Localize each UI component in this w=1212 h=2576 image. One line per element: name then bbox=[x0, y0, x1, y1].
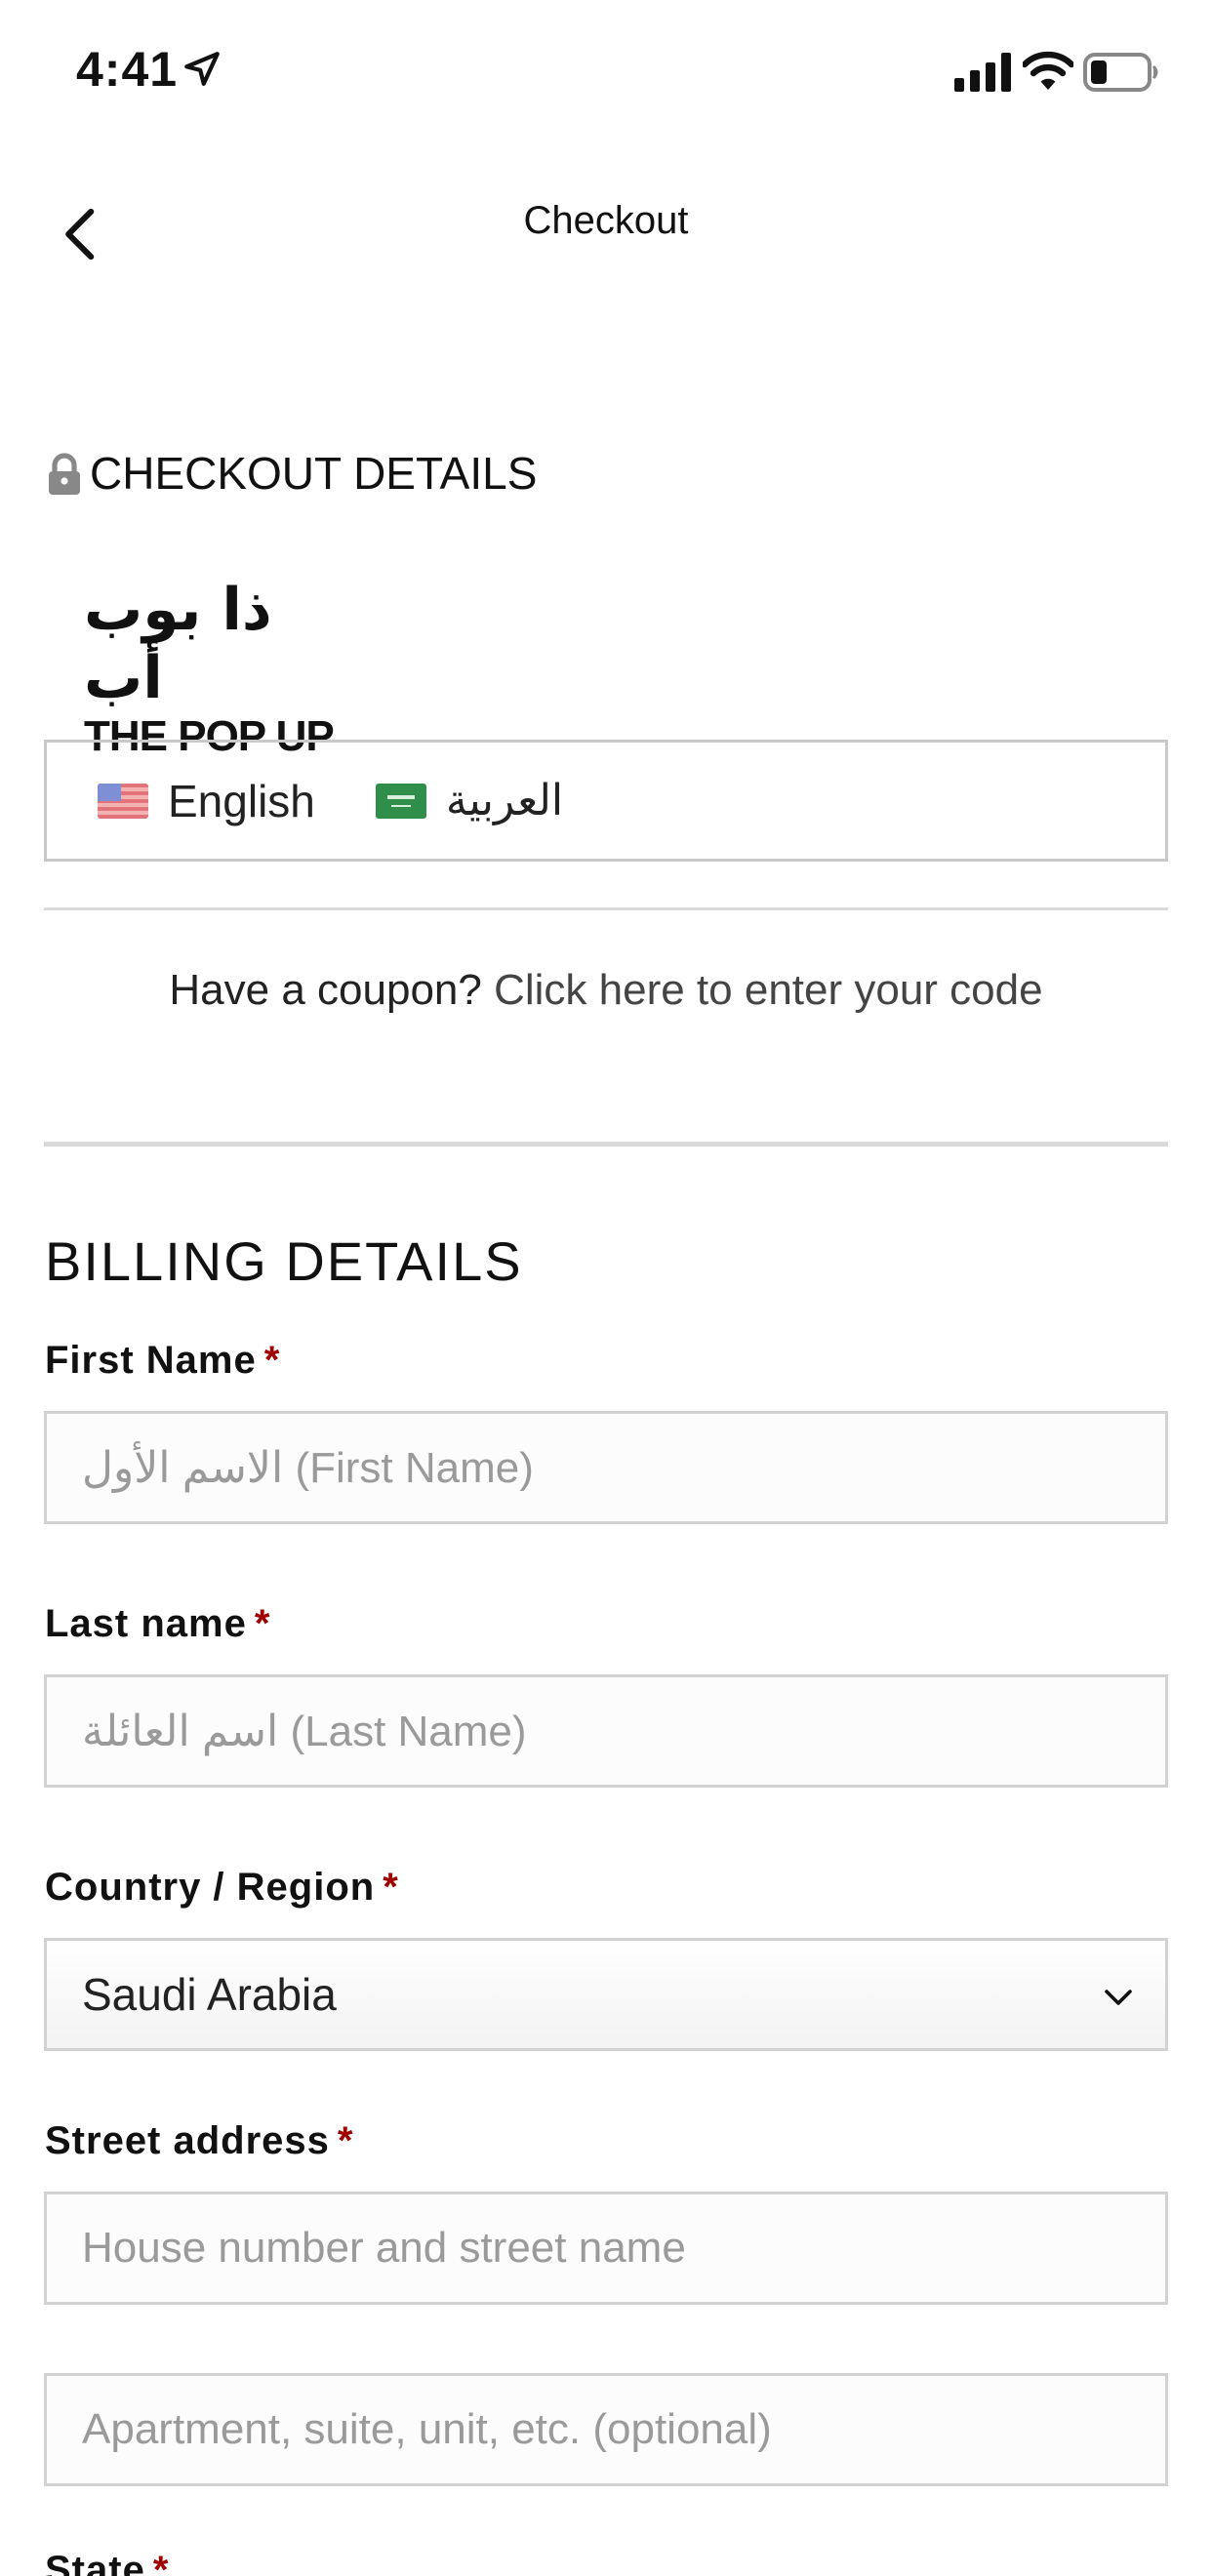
coupon-link[interactable]: Click here to enter your code bbox=[494, 966, 1043, 1014]
us-flag-icon bbox=[98, 783, 148, 819]
lock-icon bbox=[49, 453, 80, 495]
checkout-details-label: CHECKOUT DETAILS bbox=[90, 448, 538, 499]
first-name-label-text: First Name bbox=[45, 1339, 257, 1382]
first-name-placeholder: الاسم الأول (First Name) bbox=[82, 1443, 534, 1492]
state-label: State * bbox=[45, 2549, 169, 2576]
battery-icon bbox=[1083, 53, 1158, 92]
first-name-input[interactable]: الاسم الأول (First Name) bbox=[44, 1411, 1168, 1524]
state-label-text: State bbox=[45, 2549, 145, 2576]
nav-bar: Checkout bbox=[0, 146, 1212, 302]
chevron-down-icon bbox=[1105, 1990, 1132, 2005]
coupon-row: Have a coupon? Click here to enter your … bbox=[0, 966, 1212, 1015]
wifi-icon bbox=[1023, 51, 1073, 90]
billing-details-title: BILLING DETAILS bbox=[45, 1230, 523, 1292]
location-arrow-icon bbox=[184, 52, 220, 86]
street-address-label: Street address * bbox=[45, 2119, 354, 2163]
apartment-placeholder: Apartment, suite, unit, etc. (optional) bbox=[82, 2405, 772, 2453]
required-mark: * bbox=[152, 2549, 170, 2576]
divider bbox=[44, 907, 1168, 910]
required-mark: * bbox=[254, 1602, 271, 1645]
first-name-label: First Name * bbox=[45, 1339, 280, 1383]
required-mark: * bbox=[263, 1339, 281, 1382]
sa-flag-icon bbox=[375, 783, 426, 819]
language-label-arabic: العربية bbox=[445, 776, 564, 825]
language-option-english[interactable]: English bbox=[98, 775, 315, 827]
language-option-arabic[interactable]: العربية bbox=[375, 776, 564, 825]
last-name-input[interactable]: اسم العائلة (Last Name) bbox=[44, 1674, 1168, 1788]
checkout-details-heading: CHECKOUT DETAILS bbox=[45, 444, 537, 503]
cellular-signal-icon bbox=[954, 53, 1011, 92]
store-logo: ذا بوب أب THE POP UP bbox=[84, 576, 367, 760]
street-address-placeholder: House number and street name bbox=[82, 2224, 686, 2272]
last-name-label: Last name * bbox=[45, 1602, 270, 1646]
country-label-text: Country / Region bbox=[45, 1866, 376, 1909]
street-address-label-text: Street address bbox=[45, 2119, 330, 2162]
street-address-input[interactable]: House number and street name bbox=[44, 2192, 1168, 2305]
coupon-prompt: Have a coupon? bbox=[169, 966, 482, 1014]
status-time: 4:41 bbox=[76, 42, 179, 97]
checkout-page: 4:41 Checkout CHECKOUT DETAILS ذا بوب أب… bbox=[0, 0, 1212, 2576]
country-label: Country / Region * bbox=[45, 1866, 399, 1910]
required-mark: * bbox=[337, 2119, 354, 2162]
page-title: Checkout bbox=[523, 199, 689, 242]
country-select[interactable]: Saudi Arabia bbox=[44, 1938, 1168, 2051]
language-switcher: English العربية bbox=[44, 740, 1168, 862]
status-bar: 4:41 bbox=[0, 0, 1212, 146]
country-select-value: Saudi Arabia bbox=[82, 1969, 337, 2020]
logo-arabic: ذا بوب أب bbox=[84, 576, 272, 712]
last-name-label-text: Last name bbox=[45, 1602, 247, 1645]
last-name-placeholder: اسم العائلة (Last Name) bbox=[82, 1707, 527, 1755]
language-label-english: English bbox=[168, 775, 315, 826]
required-mark: * bbox=[383, 1866, 399, 1909]
apartment-input[interactable]: Apartment, suite, unit, etc. (optional) bbox=[44, 2373, 1168, 2486]
divider bbox=[44, 1142, 1168, 1147]
